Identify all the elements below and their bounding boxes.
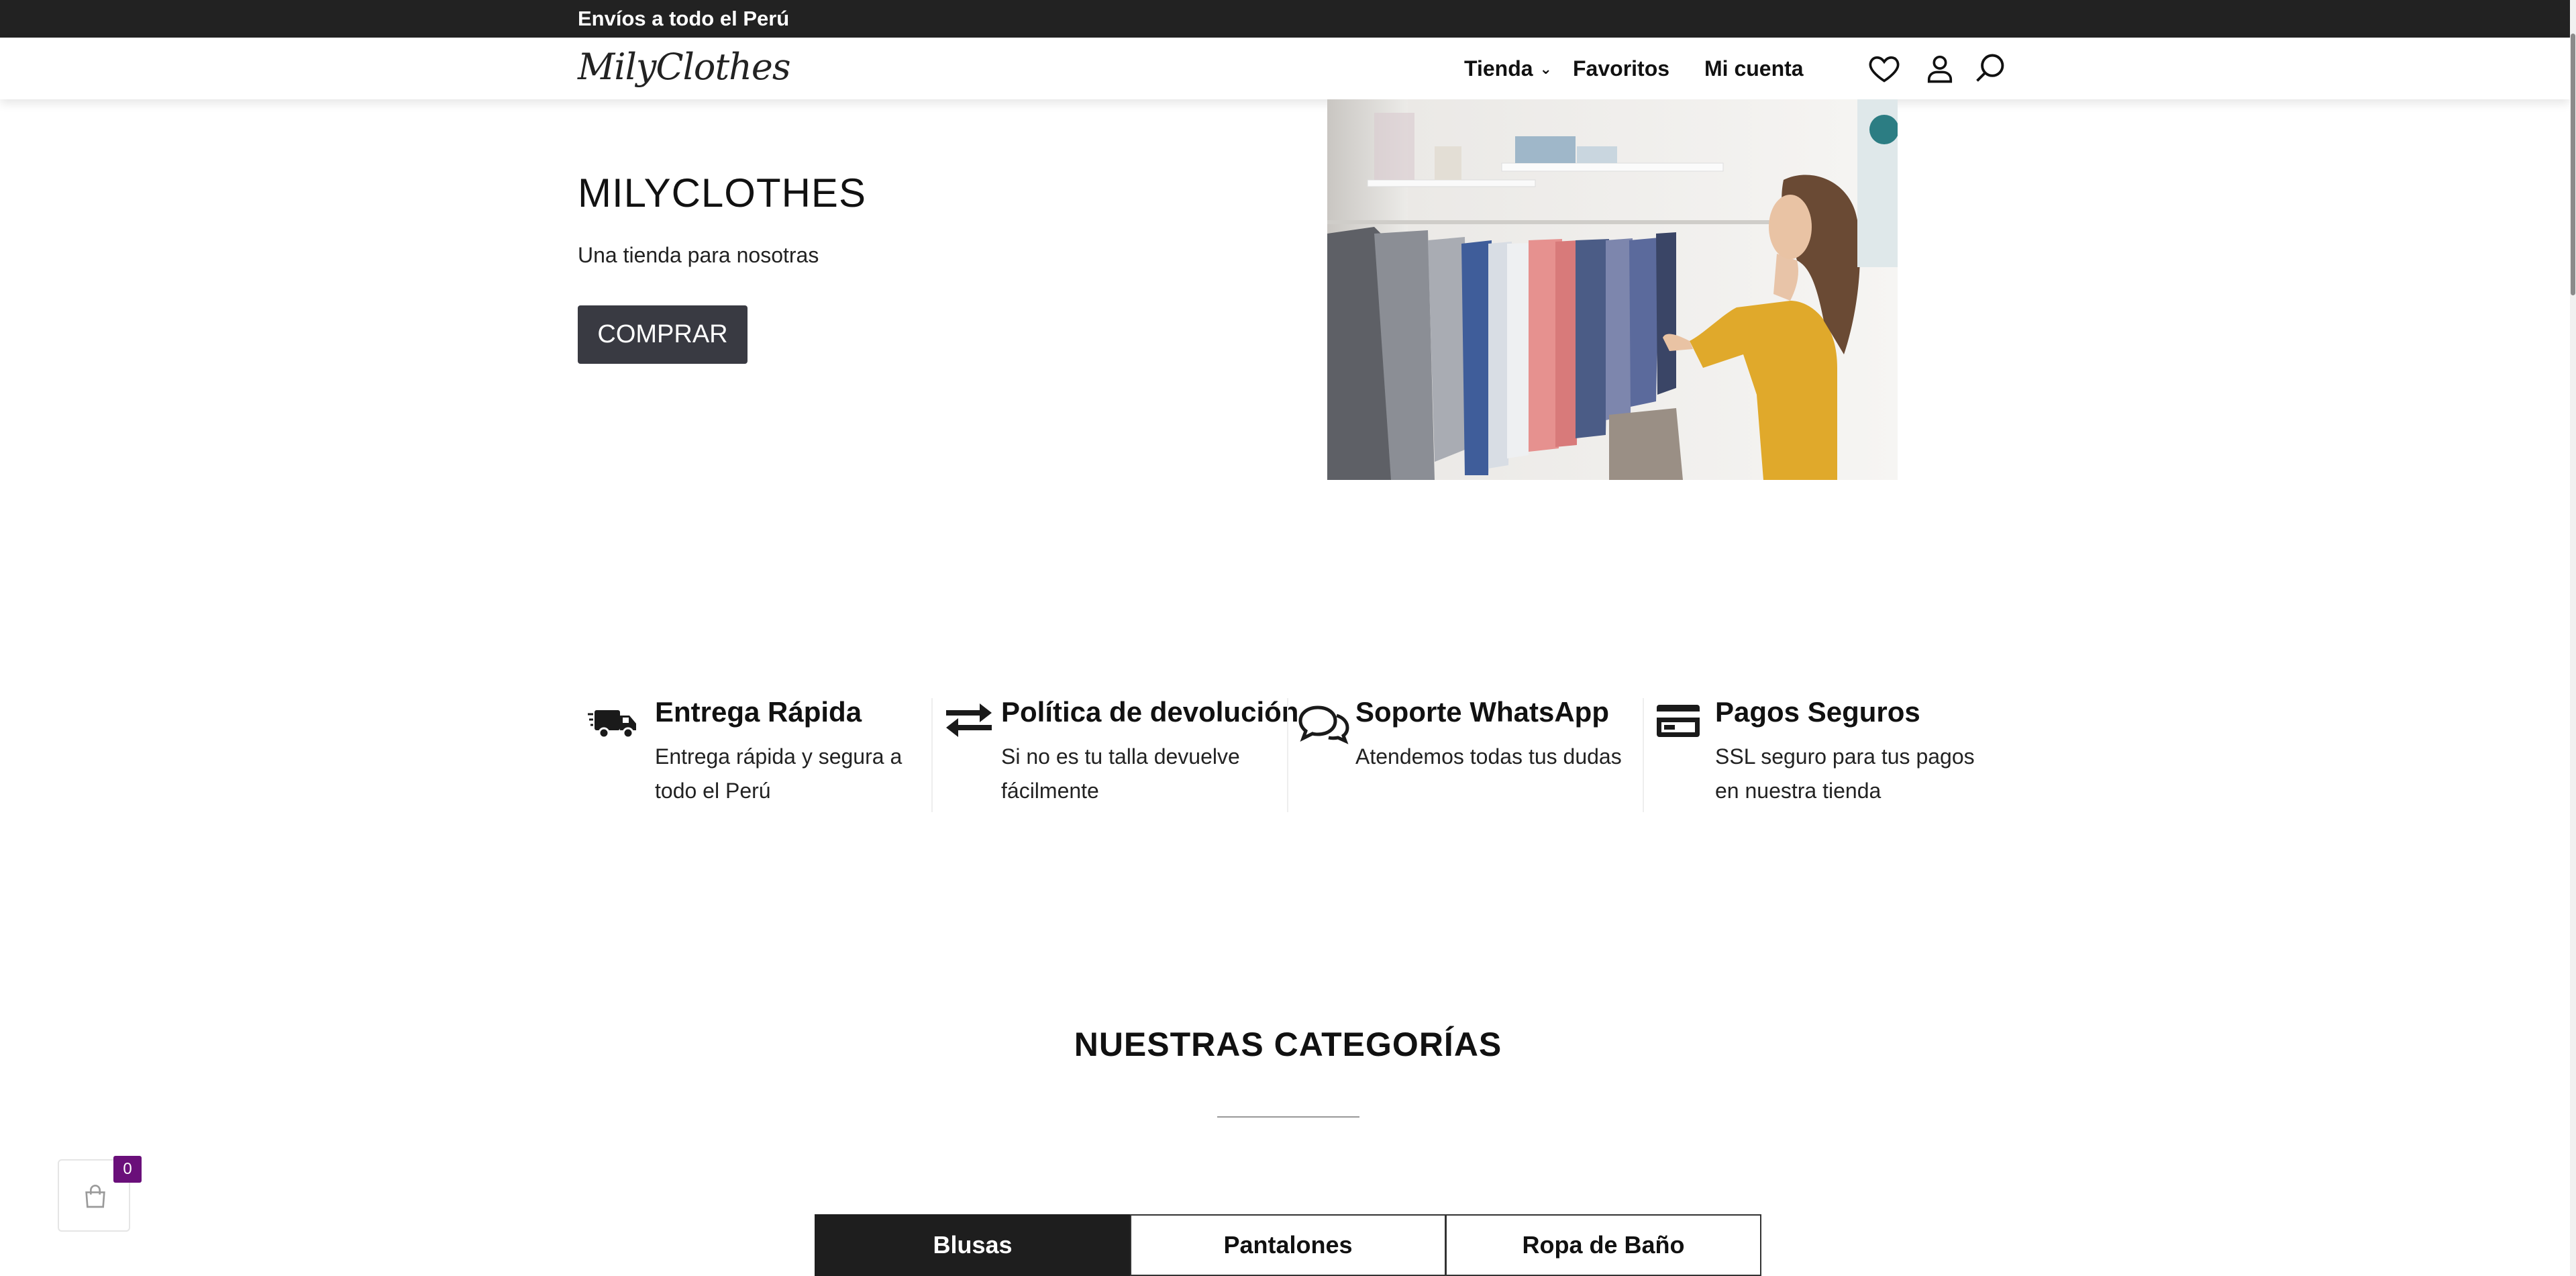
feature-description: Entrega rápida y segura a todo el Perú: [655, 740, 902, 808]
feature-description: Si no es tu talla devuelve fácilmente: [1001, 740, 1240, 808]
feature-title: Soporte WhatsApp: [1355, 696, 1609, 728]
nav-tienda[interactable]: Tienda ⌄: [1464, 54, 1552, 86]
feature-divider: [1643, 698, 1644, 812]
feature-desc-line: Atendemos todas tus dudas: [1355, 744, 1622, 769]
feature-desc-line: todo el Perú: [655, 779, 771, 803]
feature-pagos-seguros: Pagos Seguros SSL seguro para tus pagos …: [1655, 691, 2004, 812]
nav-tienda-label: Tienda: [1464, 56, 1533, 81]
shopping-bag-icon: [85, 1185, 105, 1208]
delivery-truck-icon: [588, 698, 641, 745]
feature-desc-line: Si no es tu talla devuelve: [1001, 744, 1240, 769]
scrollbar-thumb[interactable]: [2571, 34, 2575, 295]
chat-bubbles-icon: [1298, 698, 1351, 745]
category-tabs: Blusas Pantalones Ropa de Baño: [815, 1214, 1763, 1276]
heart-icon[interactable]: [1867, 51, 1902, 86]
feature-title: Pagos Seguros: [1715, 696, 1920, 728]
credit-card-icon: [1655, 698, 1708, 745]
feature-soporte-whatsapp: Soporte WhatsApp Atendemos todas tus dud…: [1298, 691, 1647, 812]
nav-mi-cuenta[interactable]: Mi cuenta: [1704, 54, 1804, 83]
feature-desc-line: en nuestra tienda: [1715, 779, 1882, 803]
feature-desc-line: SSL seguro para tus pagos: [1715, 744, 1975, 769]
hero-subtitle: Una tienda para nosotras: [578, 243, 819, 267]
feature-desc-line: fácilmente: [1001, 779, 1099, 803]
tab-ropa-de-bano[interactable]: Ropa de Baño: [1445, 1214, 1761, 1276]
site-header: MilyClothes Tienda ⌄ Favoritos Mi cuenta: [0, 38, 2570, 99]
cart-count-badge: 0: [113, 1156, 142, 1183]
hero-title: MILYCLOTHES: [578, 170, 866, 215]
feature-desc-line: Entrega rápida y segura a: [655, 744, 903, 769]
hero-image: [1327, 99, 1898, 480]
user-icon[interactable]: [1922, 51, 1957, 86]
exchange-arrows-icon: [942, 698, 996, 745]
tab-pantalones[interactable]: Pantalones: [1130, 1214, 1446, 1276]
feature-description: SSL seguro para tus pagos en nuestra tie…: [1715, 740, 1975, 808]
announcement-text: Envíos a todo el Perú: [578, 7, 790, 30]
feature-title: Política de devolución: [1001, 696, 1299, 728]
feature-divider: [1287, 698, 1288, 812]
feature-divider: [931, 698, 933, 812]
feature-title: Entrega Rápida: [655, 696, 862, 728]
feature-entrega-rapida: Entrega Rápida Entrega rápida y segura a…: [588, 691, 923, 812]
search-icon[interactable]: [1973, 51, 2008, 86]
categories-title: NUESTRAS CATEGORÍAS: [1074, 1026, 1502, 1063]
nav-favoritos[interactable]: Favoritos: [1573, 54, 1669, 83]
feature-description: Atendemos todas tus dudas: [1355, 740, 1622, 774]
title-divider: [1217, 1116, 1359, 1118]
feature-politica-devolucion: Política de devolución Si no es tu talla…: [942, 691, 1298, 812]
tab-blusas[interactable]: Blusas: [815, 1214, 1131, 1276]
site-logo[interactable]: MilyClothes: [578, 46, 791, 89]
chevron-down-icon: ⌄: [1539, 60, 1552, 77]
announcement-bar: Envíos a todo el Perú: [0, 0, 2576, 38]
comprar-button[interactable]: COMPRAR: [578, 305, 748, 364]
page-scrollbar[interactable]: [2570, 0, 2576, 1276]
